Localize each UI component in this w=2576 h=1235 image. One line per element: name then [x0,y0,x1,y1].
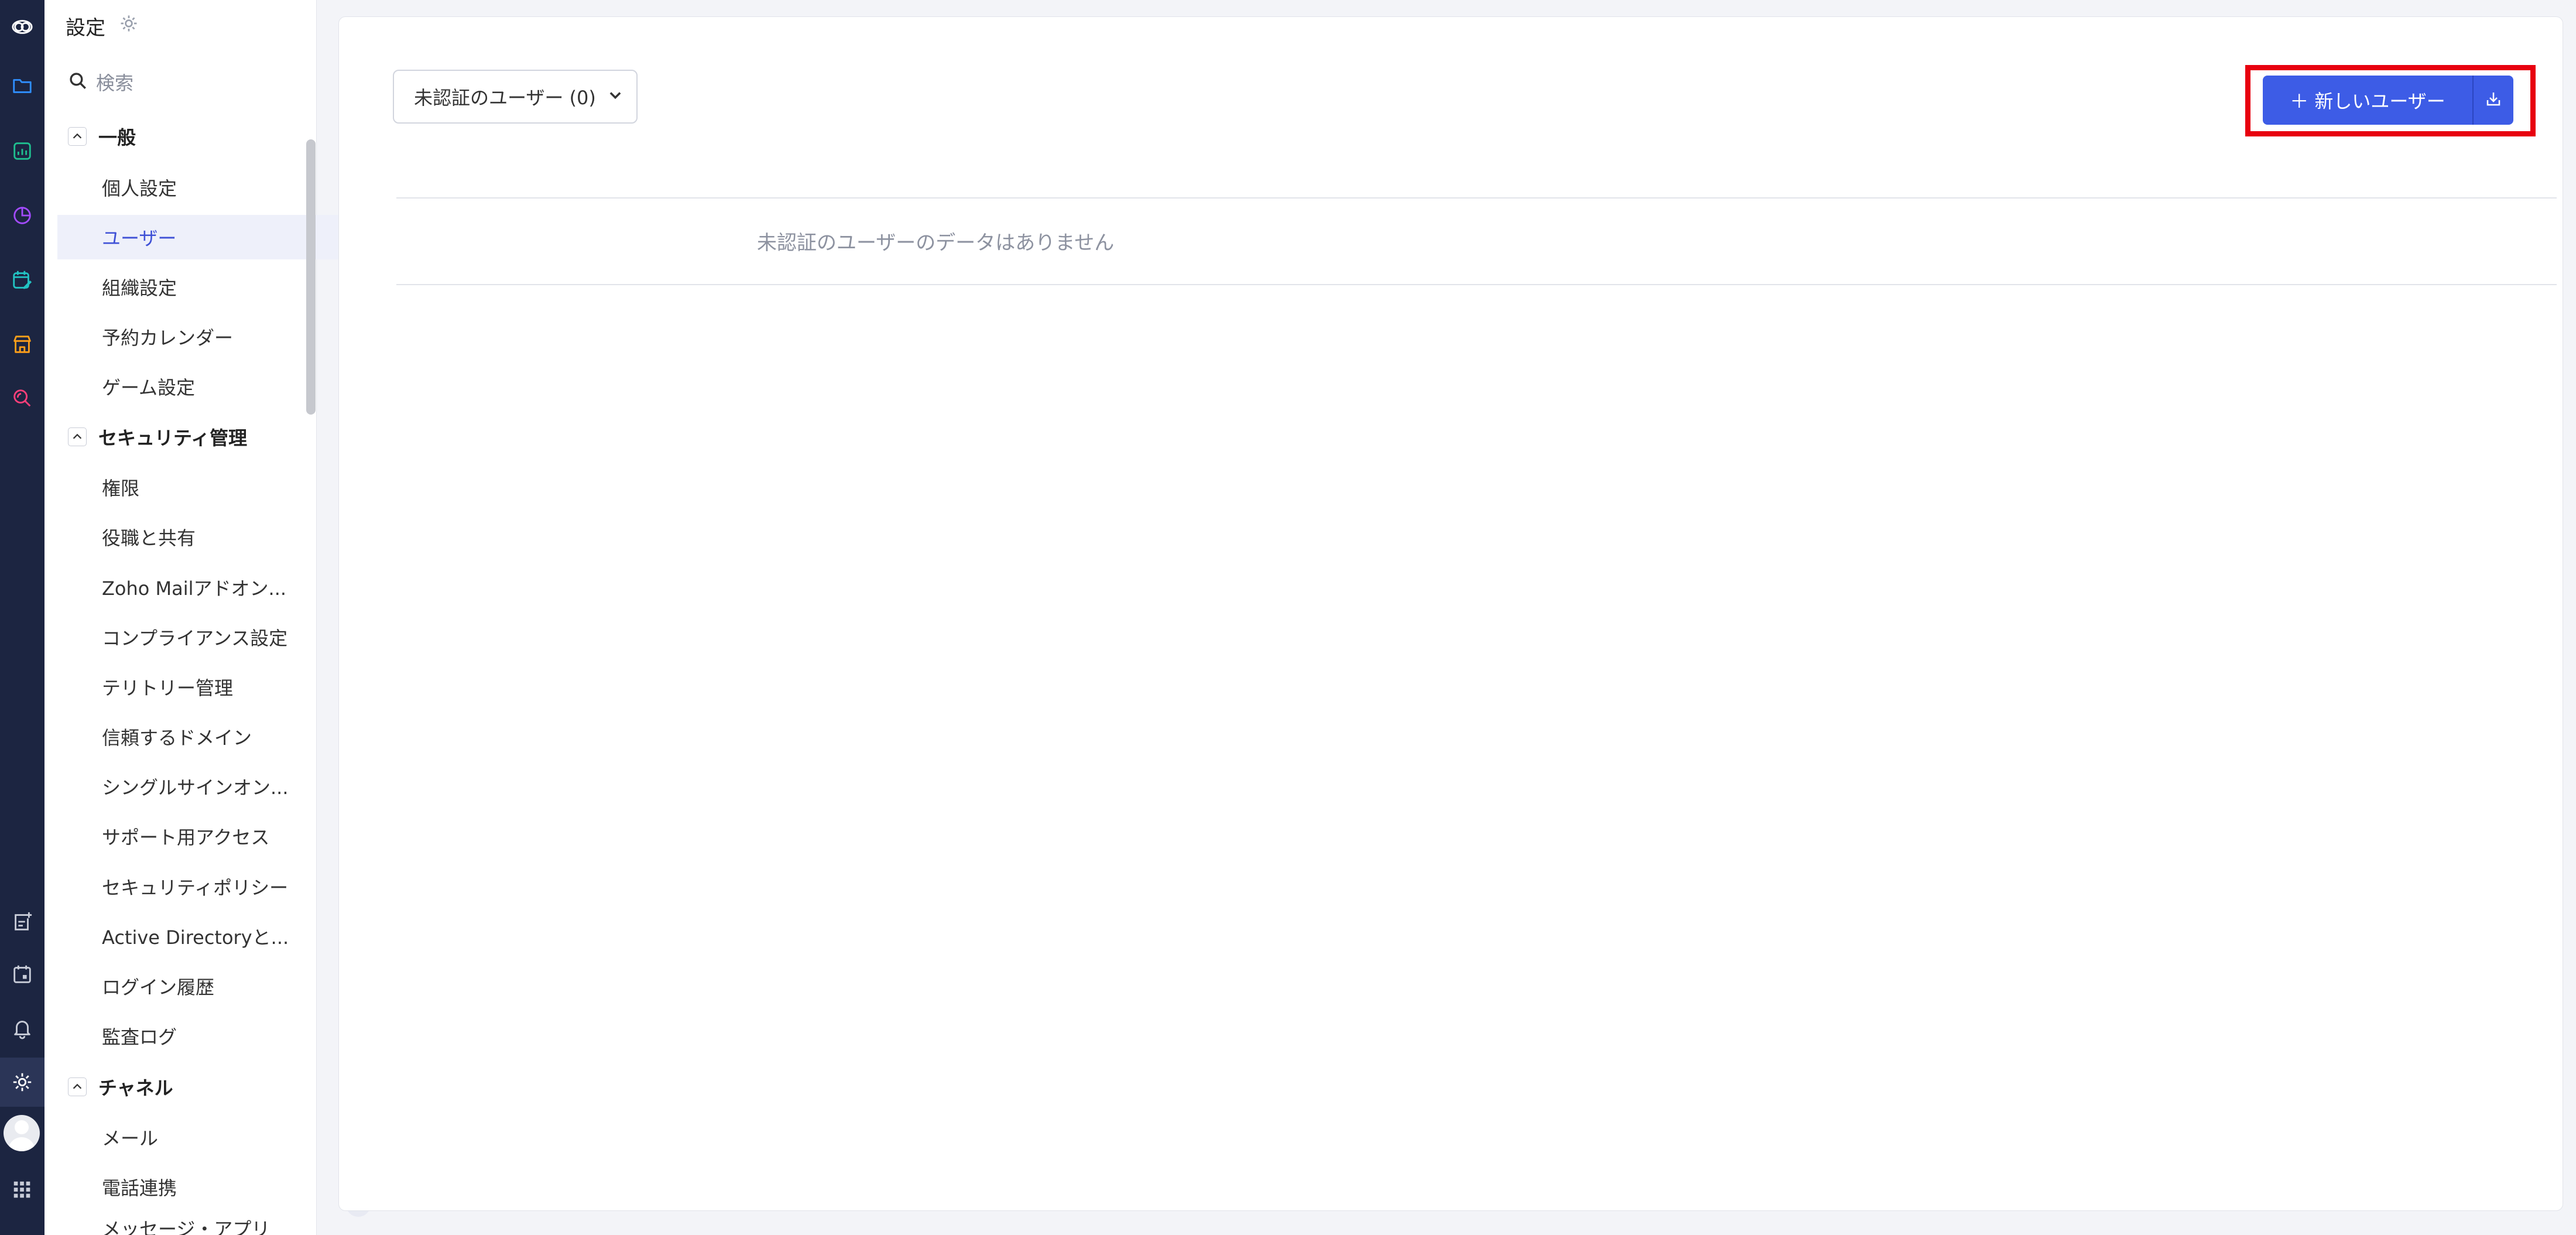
sidebar-item-booking-calendar[interactable]: 予約カレンダー [57,314,347,359]
section-general[interactable]: 一般 [68,119,302,154]
sidebar-item-audit-log[interactable]: 監査ログ [57,1014,347,1058]
search-zoom-icon[interactable] [0,374,44,423]
sidebar-item-login-history[interactable]: ログイン履歴 [57,964,347,1008]
sidebar-item-permissions[interactable]: 権限 [57,465,347,509]
settings-gear-icon[interactable] [118,13,139,39]
gear-icon[interactable] [0,1058,44,1107]
search-input[interactable] [95,71,285,95]
table-divider-top [396,197,2557,199]
app-rail [0,0,44,1235]
chevron-down-icon [607,85,624,108]
calendar-edit-icon[interactable] [0,255,44,305]
sidebar-item-security-policy[interactable]: セキュリティポリシー [57,864,347,909]
filter-label: 未認証のユーザー (0) [414,87,596,109]
section-label: チャネル [98,1077,173,1099]
add-note-icon[interactable] [0,897,44,946]
sidebar-item-roles-sharing[interactable]: 役職と共有 [57,515,347,559]
sidebar-search [68,69,302,97]
apps-grid-icon[interactable] [0,1165,44,1215]
section-label: セキュリティ管理 [98,427,248,449]
table-divider-bottom [396,284,2557,285]
chevron-up-icon[interactable] [68,127,87,146]
empty-state-message: 未認証のユーザーのデータはありません [756,231,1115,255]
sidebar-item-trusted-domains[interactable]: 信頼するドメイン [57,714,347,759]
zoho-logo-icon[interactable] [0,2,44,52]
user-filter-dropdown[interactable]: 未認証のユーザー (0) [393,70,638,124]
new-user-button[interactable]: ＋ 新しいユーザー [2263,76,2472,125]
sidebar-item-users[interactable]: ユーザー [57,215,347,259]
section-security[interactable]: セキュリティ管理 [68,419,302,454]
chevron-up-icon[interactable] [68,427,87,446]
calendar-icon[interactable] [0,950,44,999]
sidebar-item-active-directory[interactable]: Active Directoryと... [57,914,347,959]
new-user-button-group: ＋ 新しいユーザー [2263,76,2513,125]
store-icon[interactable] [0,320,44,369]
sidebar-item-organization[interactable]: 組織設定 [57,265,347,309]
sidebar-item-sso[interactable]: シングルサインオン... [57,764,347,809]
main-panel: 未認証のユーザー (0) ＋ 新しいユーザー 未認証のユーザーのデータはありませ… [338,16,2563,1211]
sidebar-scrollbar[interactable] [306,139,316,415]
new-user-label: ＋ 新しいユーザー [2290,90,2445,112]
sidebar-item-game-settings[interactable]: ゲーム設定 [57,364,347,409]
sidebar-title: 設定 [66,16,105,40]
chevron-up-icon[interactable] [68,1077,87,1096]
sidebar-item-messaging-apps[interactable]: メッセージ・アプリ [57,1215,347,1235]
bell-icon[interactable] [0,1004,44,1053]
sidebar-item-zoho-mail-addon[interactable]: Zoho Mailアドオン... [57,565,347,610]
section-label: 一般 [98,126,136,149]
sidebar-item-personal-settings[interactable]: 個人設定 [57,165,347,210]
section-channels[interactable]: チャネル [68,1069,302,1104]
sidebar-item-telephony[interactable]: 電話連携 [57,1165,347,1209]
sidebar-header: 設定 [66,12,139,40]
sidebar-item-support-access[interactable]: サポート用アクセス [57,814,347,858]
download-icon [2484,90,2503,111]
sidebar-item-territory[interactable]: テリトリー管理 [57,665,347,709]
avatar[interactable] [4,1115,40,1151]
sidebar-item-compliance[interactable]: コンプライアンス設定 [57,615,347,659]
settings-sidebar: 設定 一般 個人設定 ユーザー 組織設定 予約カレンダー ゲーム設定 セキュリテ… [44,0,371,1235]
export-button[interactable] [2472,76,2513,125]
analytics-icon[interactable] [0,126,44,176]
sidebar-item-email[interactable]: メール [57,1115,347,1159]
pie-chart-icon[interactable] [0,191,44,240]
search-icon [68,71,88,95]
folder-icon[interactable] [0,61,44,110]
